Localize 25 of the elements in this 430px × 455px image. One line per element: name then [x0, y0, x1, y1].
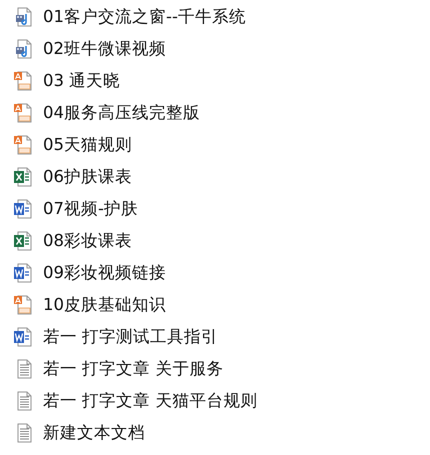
spreadsheet-file-icon — [14, 231, 34, 251]
file-name[interactable]: 08彩妆课表 — [43, 230, 132, 252]
file-name[interactable]: 若一 打字文章 天猫平台规则 — [43, 390, 258, 412]
document-file-icon — [14, 263, 34, 283]
file-name[interactable]: 03 通天晓 — [43, 70, 120, 92]
file-name[interactable]: 10皮肤基础知识 — [43, 294, 166, 316]
pdf-file-icon — [14, 135, 34, 155]
file-name[interactable]: 01客户交流之窗--千牛系统 — [43, 6, 246, 28]
file-name[interactable]: 02班牛微课视频 — [43, 38, 166, 60]
document-file-icon — [14, 327, 34, 347]
file-name[interactable]: 新建文本文档 — [43, 422, 145, 444]
pdf-file-icon — [14, 295, 34, 315]
file-name[interactable]: 若一 打字文章 关于服务 — [43, 358, 224, 380]
file-name[interactable]: 06护肤课表 — [43, 166, 132, 188]
file-name[interactable]: 07视频-护肤 — [43, 198, 138, 220]
video-file-icon — [14, 39, 34, 59]
video-file-icon — [14, 7, 34, 27]
file-name[interactable]: 05天猫规则 — [43, 134, 132, 156]
pdf-file-icon — [14, 71, 34, 91]
file-name[interactable]: 09彩妆视频链接 — [43, 262, 166, 284]
pdf-file-icon — [14, 103, 34, 123]
file-name[interactable]: 04服务高压线完整版 — [43, 102, 200, 124]
spreadsheet-file-icon — [14, 167, 34, 187]
file-name[interactable]: 若一 打字测试工具指引 — [43, 326, 218, 348]
document-file-icon — [14, 199, 34, 219]
